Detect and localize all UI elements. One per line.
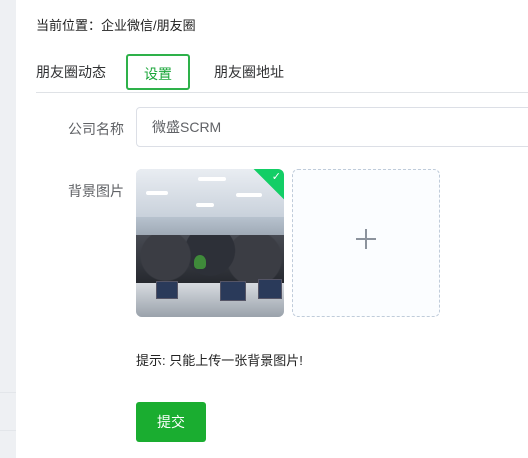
photo-ceiling-light xyxy=(196,203,214,207)
tab-settings[interactable]: 设置 xyxy=(126,54,190,90)
photo-plant xyxy=(194,255,206,269)
submit-button[interactable]: 提交 xyxy=(136,402,206,442)
left-sidebar-strip xyxy=(0,0,16,458)
upload-image-button[interactable] xyxy=(292,169,440,317)
photo-ceiling-light xyxy=(146,191,168,195)
company-name-label: 公司名称 xyxy=(68,121,124,137)
sidebar-divider xyxy=(0,392,16,393)
photo-monitor xyxy=(220,281,246,301)
company-name-input[interactable] xyxy=(136,107,528,147)
background-image-label: 背景图片 xyxy=(68,183,124,199)
upload-hint: 提示: 只能上传一张背景图片! xyxy=(136,353,303,368)
photo-ceiling-light xyxy=(198,177,226,181)
sidebar-divider xyxy=(0,430,16,431)
photo-monitor xyxy=(156,281,178,299)
photo-ceiling-light xyxy=(236,193,262,197)
photo-monitor xyxy=(258,279,282,299)
tab-moments-feed[interactable]: 朋友圈动态 xyxy=(36,52,106,90)
plus-icon xyxy=(365,229,367,249)
check-icon: ✓ xyxy=(271,170,281,183)
breadcrumb: 当前位置：企业微信/朋友圈 xyxy=(36,18,196,33)
tab-bar: 朋友圈动态 设置 朋友圈地址 xyxy=(36,52,528,93)
tab-moments-address[interactable]: 朋友圈地址 xyxy=(214,52,284,90)
uploaded-background-image[interactable]: ✓ xyxy=(136,169,284,317)
main-panel: 当前位置：企业微信/朋友圈 朋友圈动态 设置 朋友圈地址 公司名称 背景图片 ✓… xyxy=(16,0,528,458)
